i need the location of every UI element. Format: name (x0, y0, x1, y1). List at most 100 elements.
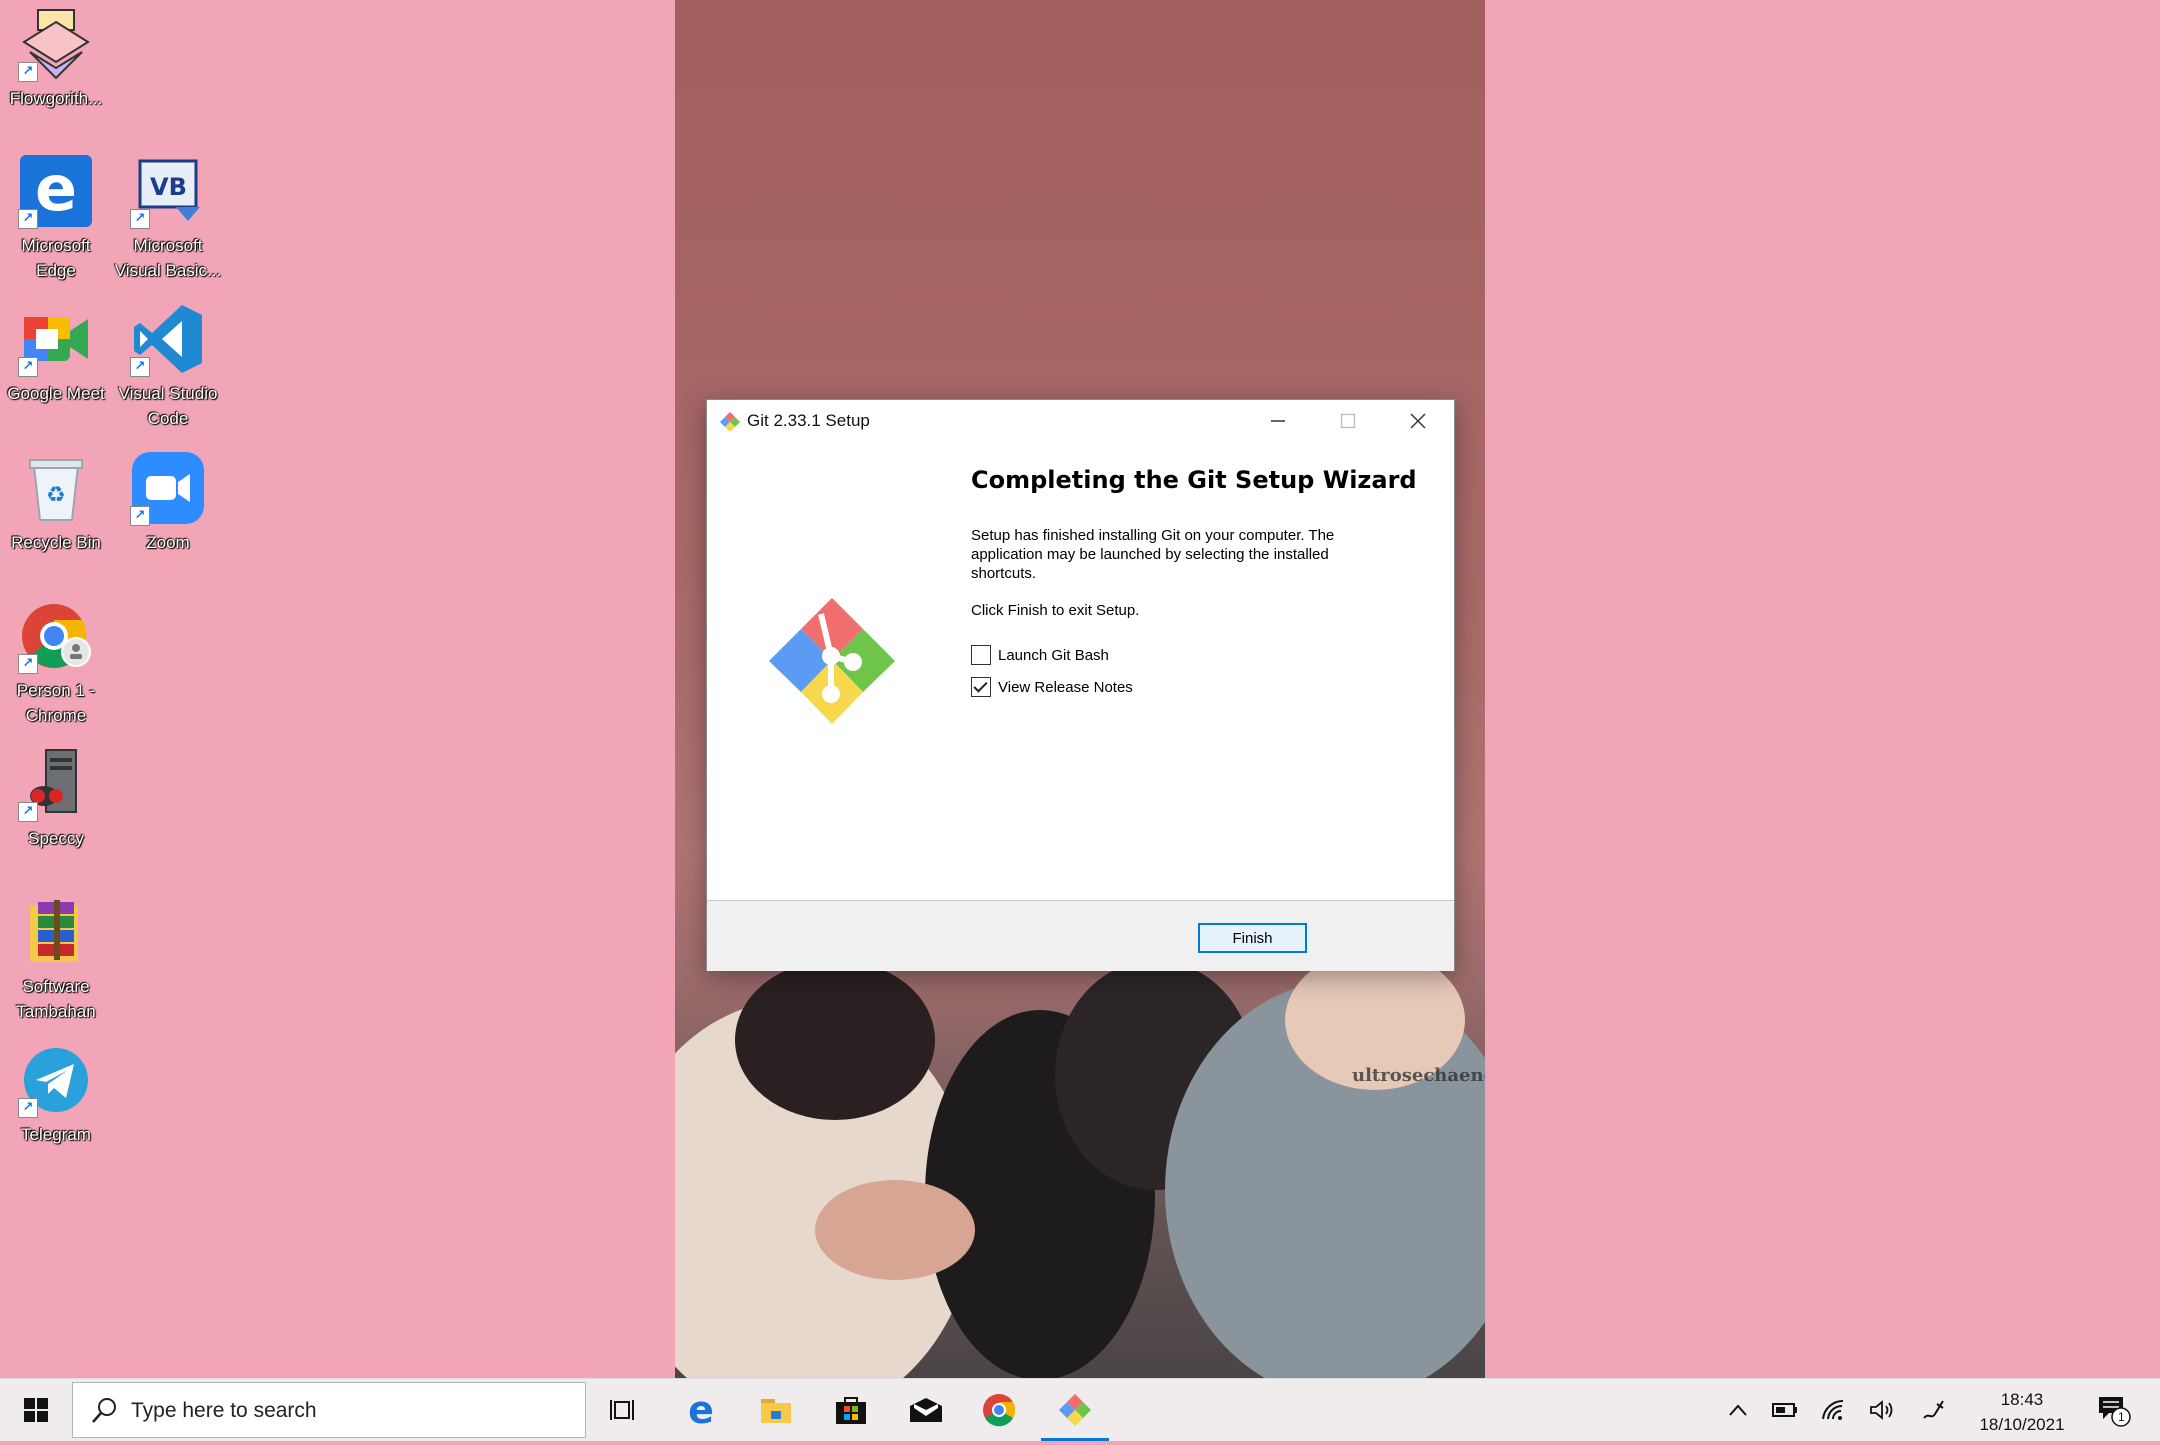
desktop-icon-software-tambahan[interactable]: Software Tambahan (0, 896, 112, 1024)
checkbox-unchecked[interactable] (971, 645, 991, 665)
shortcut-arrow-icon: ↗ (18, 209, 38, 229)
desktop-icon-zoom[interactable]: ↗ Zoom (112, 452, 224, 555)
view-release-notes-checkbox[interactable]: View Release Notes (971, 677, 1133, 697)
desktop-icon-person1-chrome[interactable]: ↗ Person 1 - Chrome (0, 600, 112, 728)
task-view-icon (610, 1400, 634, 1420)
network-indicator[interactable] (1812, 1379, 1856, 1441)
visual-basic-icon: VB ↗ (130, 155, 204, 229)
desktop-icon-label: Recycle Bin (11, 533, 101, 552)
chrome-icon (983, 1394, 1016, 1427)
zoom-icon: ↗ (130, 452, 204, 526)
volume-indicator[interactable] (1860, 1379, 1904, 1441)
taskbar-microsoft-store[interactable] (814, 1379, 888, 1441)
taskbar-chrome[interactable] (962, 1379, 1036, 1441)
pen-icon (1923, 1400, 1944, 1419)
clock-date: 18/10/2021 (1979, 1415, 2065, 1434)
desktop-icon-label: Software Tambahan (16, 977, 96, 1021)
desktop-icon-recycle-bin[interactable]: ♻ Recycle Bin (0, 452, 112, 555)
battery-indicator[interactable] (1763, 1379, 1807, 1441)
pen-workspace-button[interactable] (1912, 1379, 1956, 1441)
desktop-icon-label: Microsoft Visual Basic... (114, 236, 222, 280)
speccy-icon: ↗ (18, 748, 92, 822)
finish-button[interactable]: Finish (1198, 923, 1307, 953)
shortcut-arrow-icon: ↗ (130, 506, 150, 526)
desktop-icon-label: Zoom (146, 533, 190, 552)
exit-instruction: Click Finish to exit Setup. (971, 602, 1140, 619)
close-button[interactable] (1383, 400, 1453, 444)
search-box[interactable]: Type here to search (72, 1382, 586, 1438)
search-placeholder: Type here to search (131, 1399, 317, 1422)
notification-count: 1 (2118, 1410, 2125, 1424)
git-app-icon (720, 412, 740, 432)
finish-message: Setup has finished installing Git on you… (971, 527, 1335, 582)
desktop-icon-google-meet[interactable]: ↗ Google Meet (0, 303, 112, 406)
file-explorer-icon (761, 1399, 791, 1423)
microsoft-store-icon (836, 1397, 866, 1424)
shortcut-arrow-icon: ↗ (130, 357, 150, 377)
desktop-icon-vscode[interactable]: ↗ Visual Studio Code (112, 303, 224, 431)
shortcut-arrow-icon: ↗ (18, 1098, 38, 1118)
desktop-icon-label: Google Meet (7, 384, 105, 403)
desktop-icon-label: Speccy (28, 829, 84, 848)
clock[interactable]: 18:43 18/10/2021 (1960, 1387, 2084, 1437)
shortcut-arrow-icon: ↗ (18, 357, 38, 377)
edge-icon: e ↗ (18, 155, 92, 229)
start-button[interactable] (0, 1379, 72, 1441)
taskbar-mail[interactable] (889, 1379, 963, 1441)
speaker-icon (1870, 1400, 1893, 1420)
desktop-icon-telegram[interactable]: ↗ Telegram (0, 1044, 112, 1147)
search-icon (92, 1398, 116, 1423)
clock-time: 18:43 (2000, 1390, 2044, 1409)
edge-icon: e (688, 1388, 714, 1432)
wallpaper-watermark: ultrosechaeng. (1352, 1065, 1485, 1086)
svg-text:♻: ♻ (46, 483, 66, 508)
google-meet-icon: ↗ (18, 303, 92, 377)
chevron-up-icon (1729, 1404, 1747, 1416)
desktop-icon-label: Telegram (21, 1125, 91, 1144)
vscode-icon: ↗ (130, 303, 204, 377)
taskbar-file-explorer[interactable] (739, 1379, 813, 1441)
desktop-icon-visual-basic[interactable]: VB ↗ Microsoft Visual Basic... (112, 155, 224, 283)
git-logo-icon (769, 598, 895, 724)
action-center-button[interactable]: 1 (2088, 1379, 2140, 1441)
desktop-icon-microsoft-edge[interactable]: e ↗ Microsoft Edge (0, 155, 112, 283)
recycle-bin-icon: ♻ (20, 452, 92, 524)
desktop-icon-label: Microsoft Edge (21, 236, 91, 280)
wifi-icon (1822, 1399, 1844, 1420)
git-setup-icon (1059, 1394, 1091, 1426)
git-setup-dialog: Git 2.33.1 Setup Completing the Git Setu… (706, 399, 1455, 971)
shortcut-arrow-icon: ↗ (18, 62, 38, 82)
launch-git-bash-checkbox[interactable]: Launch Git Bash (971, 645, 1109, 665)
desktop-icon-label: Person 1 - Chrome (16, 681, 96, 725)
checkbox-label: View Release Notes (998, 678, 1133, 696)
checkbox-checked[interactable] (971, 677, 991, 697)
minimize-button[interactable] (1243, 400, 1313, 444)
taskbar: Type here to search e 18:43 18/10/2021 1 (0, 1378, 2160, 1441)
checkbox-label: Launch Git Bash (998, 646, 1109, 664)
svg-text:VB: VB (150, 173, 187, 201)
desktop-icon-label: Visual Studio Code (118, 384, 218, 428)
shortcut-arrow-icon: ↗ (18, 654, 38, 674)
task-view-button[interactable] (586, 1379, 660, 1441)
flowgorithm-icon: ↗ (18, 8, 92, 82)
desktop-icon-label: Flowgorith... (9, 89, 103, 108)
chrome-profile-icon: ↗ (18, 600, 92, 674)
maximize-icon (1340, 413, 1356, 429)
notification-icon (2099, 1397, 2131, 1427)
windows-logo-icon (24, 1398, 48, 1422)
dialog-footer: Finish (707, 900, 1454, 971)
desktop-icon-speccy[interactable]: ↗ Speccy (0, 748, 112, 851)
dialog-title: Git 2.33.1 Setup (747, 411, 870, 430)
dialog-content: Completing the Git Setup Wizard Setup ha… (707, 444, 1454, 900)
taskbar-git-setup[interactable] (1038, 1379, 1112, 1441)
dialog-titlebar[interactable]: Git 2.33.1 Setup (707, 400, 1454, 444)
rar-archive-icon (20, 896, 92, 968)
shortcut-arrow-icon: ↗ (18, 802, 38, 822)
taskbar-edge[interactable]: e (664, 1379, 738, 1441)
minimize-icon (1271, 420, 1285, 422)
maximize-button[interactable] (1313, 400, 1383, 444)
telegram-icon: ↗ (18, 1044, 92, 1118)
desktop-icon-flowgorithm[interactable]: ↗ Flowgorith... (0, 8, 112, 111)
shortcut-arrow-icon: ↗ (130, 209, 150, 229)
show-hidden-icons-button[interactable] (1716, 1379, 1760, 1441)
